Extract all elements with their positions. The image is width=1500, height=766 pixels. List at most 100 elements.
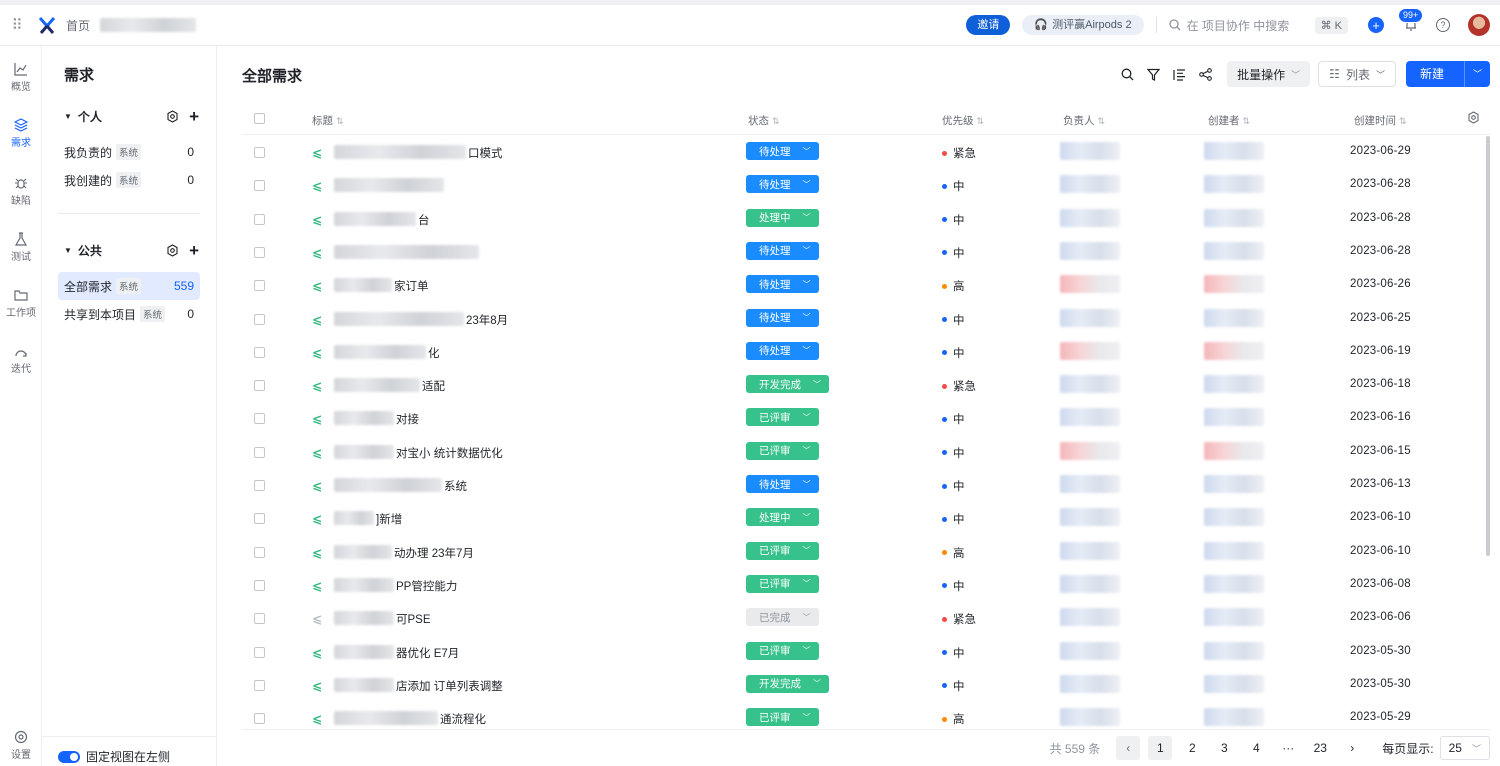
status-select[interactable]: 待处理 ﹀	[746, 175, 819, 194]
redacted-title[interactable]	[334, 378, 420, 393]
row-checkbox[interactable]	[254, 646, 265, 658]
row-title[interactable]: PP管控能力	[396, 578, 457, 594]
priority-cell[interactable]: 紧急	[942, 378, 976, 394]
logo[interactable]	[34, 14, 60, 36]
breadcrumb-home[interactable]: 首页	[66, 17, 90, 34]
table-row[interactable]: ⩽ 对接 已评审 ﹀ 中 2023-06-16	[242, 402, 1490, 435]
table-row[interactable]: ⩽ 对宝小 统计数据优化 已评审 ﹀ 中 2023-06-15	[242, 436, 1490, 469]
row-title[interactable]: 对接	[396, 411, 419, 427]
priority-cell[interactable]: 中	[942, 411, 965, 427]
creator-avatar[interactable]	[1204, 175, 1264, 194]
gear-icon[interactable]	[166, 110, 179, 123]
status-select[interactable]: 已评审 ﹀	[746, 574, 819, 593]
invite-button[interactable]: 邀请	[966, 15, 1011, 35]
row-checkbox[interactable]	[254, 679, 265, 691]
row-checkbox[interactable]	[254, 480, 265, 491]
priority-cell[interactable]: 紧急	[942, 145, 976, 161]
owner-avatar[interactable]	[1060, 275, 1120, 294]
column-creator[interactable]: 创建者 ⇅	[1208, 113, 1250, 128]
creator-avatar[interactable]	[1204, 475, 1264, 493]
sort-icon[interactable]: ⇅	[772, 116, 780, 126]
table-row[interactable]: ⩽ 器优化 E7月 已评审 ﹀ 中 2023-05-30	[242, 636, 1490, 669]
row-checkbox[interactable]	[254, 180, 265, 192]
row-title[interactable]: 可PSE	[396, 611, 431, 627]
creator-avatar[interactable]	[1204, 241, 1264, 260]
priority-cell[interactable]: 中	[942, 645, 965, 661]
status-select[interactable]: 待处理 ﹀	[746, 475, 819, 493]
redacted-title[interactable]	[334, 411, 394, 426]
rail-item-tests[interactable]: 测试	[0, 232, 42, 263]
nav-item-my-created[interactable]: 我创建的 系统 0	[58, 166, 200, 194]
next-page-button[interactable]: ›	[1340, 736, 1364, 760]
priority-cell[interactable]: 中	[942, 212, 965, 228]
page-ellipsis[interactable]: ···	[1276, 736, 1300, 760]
creator-avatar[interactable]	[1204, 541, 1264, 560]
status-select[interactable]: 处理中 ﹀	[746, 208, 819, 227]
status-select[interactable]: 已评审 ﹀	[746, 708, 819, 727]
redacted-title[interactable]	[334, 278, 392, 293]
redacted-title[interactable]	[334, 544, 392, 559]
table-row[interactable]: ⩽ 口模式 待处理 ﹀ 紧急 2023-06-29	[242, 136, 1490, 169]
status-select[interactable]: 处理中 ﹀	[746, 508, 819, 527]
quick-add-button[interactable]: +	[1368, 17, 1384, 33]
priority-cell[interactable]: 中	[942, 511, 965, 527]
row-title[interactable]: 化	[428, 345, 440, 361]
owner-avatar[interactable]	[1060, 541, 1120, 560]
redacted-title[interactable]	[334, 444, 394, 459]
owner-avatar[interactable]	[1060, 708, 1120, 727]
share-icon[interactable]	[1197, 66, 1213, 82]
row-title[interactable]: ]新增	[376, 511, 402, 527]
row-title[interactable]: 23年8月	[466, 312, 508, 328]
row-checkbox[interactable]	[254, 546, 265, 558]
table-row[interactable]: ⩽ 适配 开发完成 ﹀ 紧急 2023-06-18	[242, 369, 1490, 402]
redacted-title[interactable]	[334, 244, 479, 259]
row-checkbox[interactable]	[254, 147, 265, 158]
redacted-title[interactable]	[334, 644, 394, 659]
breadcrumb-project[interactable]	[100, 18, 197, 32]
row-checkbox[interactable]	[254, 713, 265, 725]
redacted-title[interactable]	[334, 145, 466, 159]
redacted-title[interactable]	[334, 711, 438, 726]
table-row[interactable]: ⩽ 动办理 23年7月 已评审 ﹀ 高 2023-06-10	[242, 536, 1490, 569]
owner-avatar[interactable]	[1060, 441, 1120, 460]
creator-avatar[interactable]	[1204, 308, 1264, 327]
priority-cell[interactable]: 紧急	[942, 611, 976, 627]
owner-avatar[interactable]	[1060, 641, 1120, 660]
global-search[interactable]: 在 项目协作 中搜索	[1168, 17, 1309, 34]
row-checkbox[interactable]	[254, 246, 265, 258]
status-select[interactable]: 待处理 ﹀	[746, 308, 819, 327]
priority-cell[interactable]: 高	[942, 711, 965, 727]
row-title[interactable]: 器优化 E7月	[396, 645, 459, 661]
priority-cell[interactable]: 中	[942, 345, 965, 361]
sort-icon[interactable]: ⇅	[977, 116, 985, 126]
creator-avatar[interactable]	[1204, 508, 1264, 527]
column-created-time[interactable]: 创建时间 ⇅	[1354, 113, 1407, 128]
create-button[interactable]: 新建	[1406, 61, 1458, 87]
owner-avatar[interactable]	[1060, 341, 1120, 360]
status-select[interactable]: 开发完成 ﹀	[746, 674, 829, 693]
column-settings-icon[interactable]	[1467, 111, 1480, 127]
table-row[interactable]: ⩽ 通流程化 已评审 ﹀ 高 2023-05-29	[242, 702, 1490, 735]
owner-avatar[interactable]	[1060, 508, 1120, 527]
row-checkbox[interactable]	[254, 213, 265, 225]
nav-item-my-owned[interactable]: 我负责的 系统 0	[58, 138, 200, 166]
column-owner[interactable]: 负责人 ⇅	[1063, 113, 1105, 128]
status-select[interactable]: 待处理 ﹀	[746, 341, 819, 360]
row-checkbox[interactable]	[254, 513, 265, 525]
group-personal[interactable]: ▼ 个人 +	[64, 108, 199, 125]
redacted-title[interactable]	[334, 478, 442, 492]
creator-avatar[interactable]	[1204, 275, 1264, 294]
sort-icon[interactable]: ⇅	[1243, 116, 1251, 126]
row-checkbox[interactable]	[254, 346, 265, 358]
status-select[interactable]: 已评审 ﹀	[746, 408, 819, 427]
priority-cell[interactable]: 中	[942, 178, 965, 194]
owner-avatar[interactable]	[1060, 308, 1120, 327]
page-button[interactable]: 1	[1148, 736, 1173, 760]
row-checkbox[interactable]	[254, 613, 265, 625]
priority-cell[interactable]: 中	[942, 478, 965, 494]
row-title[interactable]: 口模式	[468, 145, 503, 161]
priority-cell[interactable]: 中	[942, 678, 965, 694]
rail-item-workitems[interactable]: 工作项	[0, 288, 42, 319]
status-select[interactable]: 待处理 ﹀	[746, 142, 819, 160]
owner-avatar[interactable]	[1060, 674, 1120, 693]
